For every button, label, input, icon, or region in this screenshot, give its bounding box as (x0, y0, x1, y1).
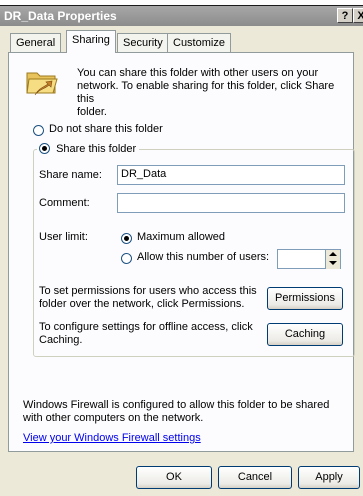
intro-text-line3: folder. (77, 106, 107, 118)
shared-folder-icon (26, 72, 58, 96)
permissions-text: To set permissions for users who access … (39, 285, 257, 311)
tab-customize[interactable]: Customize (167, 33, 231, 53)
permissions-button[interactable]: Permissions (267, 287, 343, 310)
allow-number-radio[interactable] (121, 253, 132, 264)
spin-down-icon[interactable] (329, 261, 337, 265)
maximum-allowed-radio[interactable] (121, 233, 132, 244)
tab-security[interactable]: Security (117, 33, 169, 53)
caching-button[interactable]: Caching (267, 323, 343, 346)
spin-up-icon[interactable] (329, 252, 337, 256)
radio-selected-dot (42, 146, 47, 151)
share-this-folder-radio[interactable] (39, 143, 50, 154)
permissions-text-line1: To set permissions for users who access … (39, 285, 257, 297)
firewall-settings-link[interactable]: View your Windows Firewall settings (23, 432, 201, 444)
spin-buttons[interactable] (325, 250, 340, 269)
share-legend: Share this folder (37, 141, 140, 155)
title-bar[interactable]: DR_Data Properties ? X (0, 6, 363, 26)
user-number-stepper[interactable] (277, 249, 341, 269)
share-name-label: Share name: (39, 169, 102, 181)
apply-button[interactable]: Apply (298, 466, 360, 489)
radio-selected-dot (124, 236, 129, 241)
caching-text-line1: To configure settings for offline access… (39, 321, 253, 333)
help-button[interactable]: ? (337, 8, 353, 23)
caching-text: To configure settings for offline access… (39, 321, 253, 347)
permissions-text-line2: folder over the network, click Permissio… (39, 298, 245, 310)
user-limit-label: User limit: (39, 231, 88, 243)
firewall-text-line1: Windows Firewall is configured to allow … (23, 399, 330, 411)
maximum-allowed-label[interactable]: Maximum allowed (137, 231, 225, 243)
caching-text-line2: Caching. (39, 334, 83, 346)
tab-general[interactable]: General (10, 33, 62, 53)
comment-field[interactable] (117, 193, 345, 213)
do-not-share-radio[interactable] (33, 125, 44, 136)
allow-number-label[interactable]: Allow this number of users: (137, 251, 269, 263)
intro-text: You can share this folder with other use… (77, 67, 353, 119)
close-button[interactable]: X (353, 8, 363, 23)
ok-button[interactable]: OK (136, 466, 212, 489)
firewall-text: Windows Firewall is configured to allow … (23, 399, 329, 425)
firewall-text-line2: with other computers on the network. (23, 412, 204, 424)
comment-label: Comment: (39, 197, 90, 209)
tab-sharing[interactable]: Sharing (66, 30, 116, 53)
do-not-share-label[interactable]: Do not share this folder (49, 123, 163, 135)
intro-text-line2: network. To enable sharing for this fold… (77, 80, 335, 105)
share-name-field[interactable]: DR_Data (117, 165, 345, 185)
sharing-panel: You can share this folder with other use… (8, 52, 355, 452)
intro-text-line1: You can share this folder with other use… (77, 67, 319, 79)
share-this-folder-label[interactable]: Share this folder (53, 143, 136, 155)
window-title: DR_Data Properties (4, 9, 117, 23)
cancel-button[interactable]: Cancel (218, 466, 292, 489)
